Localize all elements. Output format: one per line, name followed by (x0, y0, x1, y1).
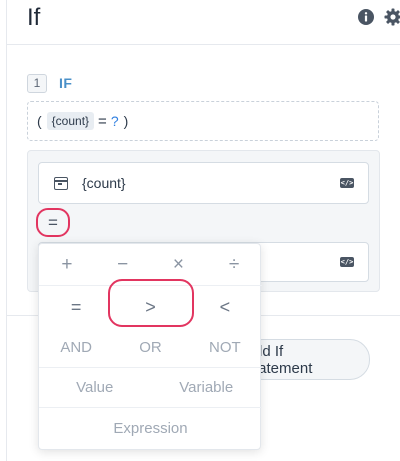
expression-variable-token[interactable]: {count} (46, 112, 95, 130)
insert-row: Value Variable (39, 368, 262, 408)
and-operator[interactable]: AND (39, 339, 113, 356)
less-than-operator[interactable]: < (188, 297, 262, 318)
plus-operator[interactable]: + (39, 254, 95, 276)
value-option[interactable]: Value (39, 379, 151, 396)
gear-icon[interactable] (384, 8, 400, 26)
info-icon[interactable] (358, 9, 374, 25)
left-border (6, 0, 7, 461)
terminal-icon (54, 177, 68, 190)
operator-menu: + − × ÷ = > < AND OR NOT Value Variable … (38, 243, 262, 450)
condition-label: IF (59, 75, 73, 91)
divide-operator[interactable]: ÷ (206, 254, 262, 276)
expression-row: Expression (39, 408, 262, 449)
expression-option[interactable]: Expression (39, 420, 262, 437)
equals-operator[interactable]: = (39, 297, 113, 318)
logical-row: AND OR NOT (39, 328, 262, 368)
page-title: If (27, 4, 41, 31)
header-divider (6, 44, 400, 45)
condition-expression[interactable]: ( {count} = ? ) (27, 101, 379, 141)
expression-value-placeholder[interactable]: ? (111, 113, 119, 129)
selected-operator-highlight (108, 279, 194, 327)
code-icon[interactable]: </> (340, 257, 354, 267)
add-if-statement-button[interactable]: Add If Statement (243, 339, 370, 380)
operator-button[interactable]: = (36, 208, 70, 237)
multiply-operator[interactable]: × (151, 254, 207, 276)
not-operator[interactable]: NOT (188, 339, 262, 356)
close-paren: ) (123, 113, 129, 129)
variable-field[interactable]: {count} </> (38, 162, 369, 204)
variable-value: {count} (82, 175, 126, 191)
condition-heading: 1 IF (27, 73, 72, 93)
condition-number-badge: 1 (27, 73, 47, 93)
panel-header: If (27, 0, 400, 45)
minus-operator[interactable]: − (95, 254, 151, 276)
or-operator[interactable]: OR (113, 339, 187, 356)
variable-option[interactable]: Variable (151, 379, 263, 396)
expression-operator[interactable]: = (98, 113, 107, 130)
code-icon[interactable]: </> (340, 178, 354, 188)
open-paren: ( (37, 113, 42, 129)
